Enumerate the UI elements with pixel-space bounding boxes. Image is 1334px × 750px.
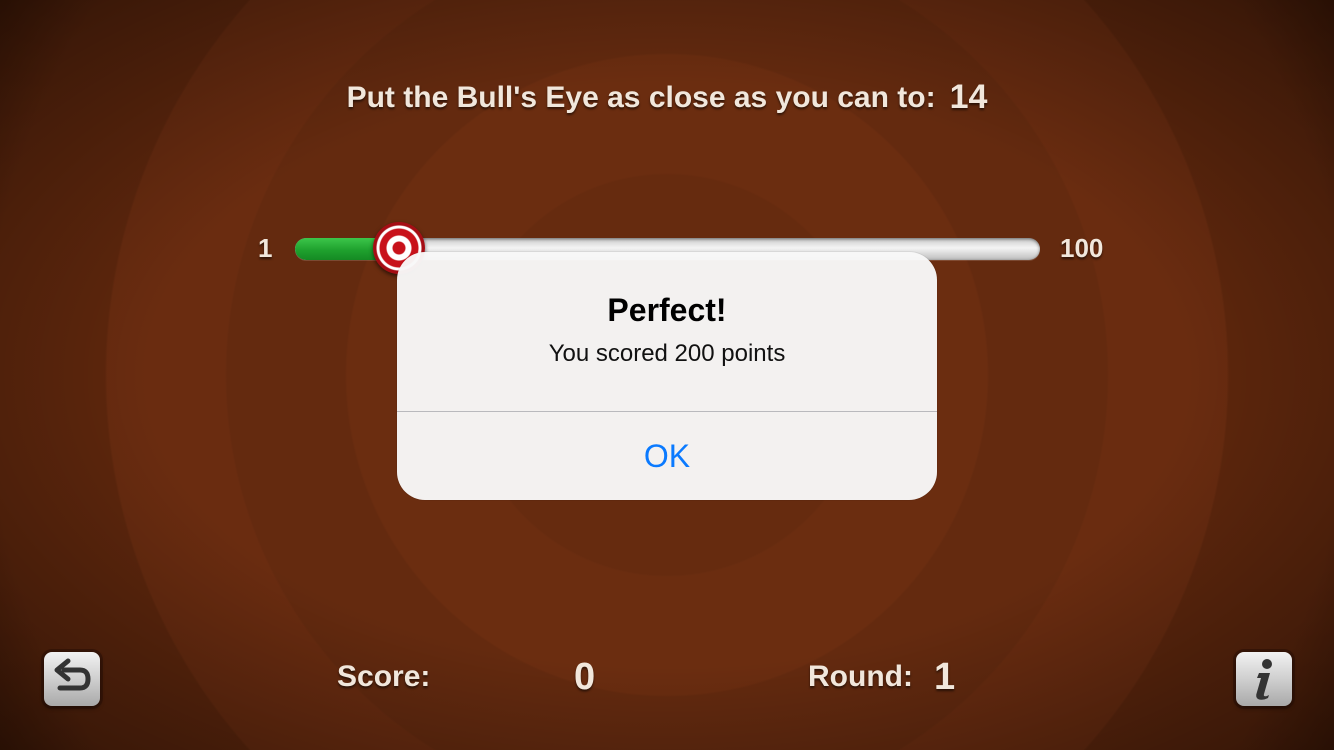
alert-message: You scored 200 points (548, 340, 786, 367)
score-label: Score: (337, 660, 431, 693)
score-value: 0 (574, 656, 596, 698)
target-value: 14 (949, 78, 988, 116)
round-label: Round: (808, 660, 913, 693)
prompt-text: Put the Bull's Eye as close as you can t… (346, 81, 936, 114)
round-value: 1 (934, 656, 956, 698)
start-over-button[interactable] (44, 652, 100, 706)
slider-max-label: 100 (1060, 233, 1104, 263)
info-button[interactable] (1236, 652, 1292, 706)
alert-ok-button[interactable]: OK (397, 412, 937, 500)
slider-min-label: 1 (258, 233, 273, 263)
target-prompt: Put the Bull's Eye as close as you can t… (0, 78, 1334, 117)
info-icon (1256, 659, 1272, 700)
score-alert-dialog: Perfect! You scored 200 points OK (397, 252, 937, 500)
alert-title: Perfect! (607, 292, 727, 328)
undo-arrow-icon (54, 658, 91, 691)
